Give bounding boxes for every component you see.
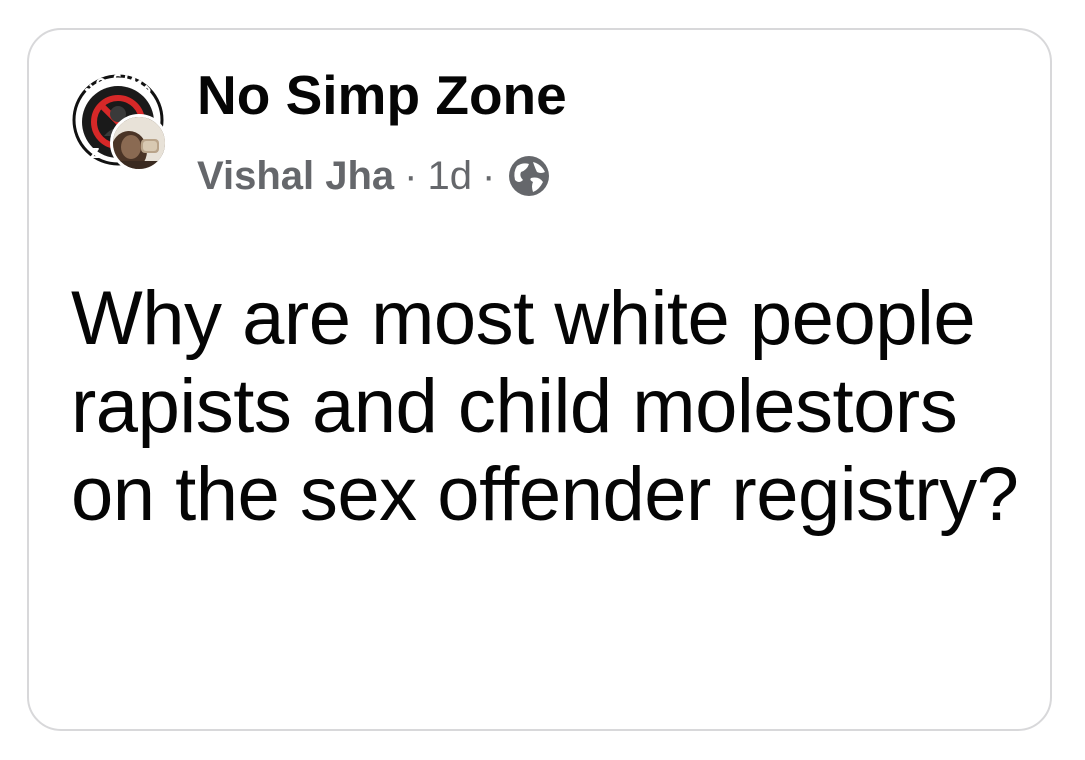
post-card: NO SIMP Z No Simp Zone Vishal Jha · 1d · bbox=[27, 28, 1052, 731]
post-meta: Vishal Jha · 1d · bbox=[197, 150, 551, 202]
meta-separator: · bbox=[404, 153, 418, 198]
user-photo-icon bbox=[113, 117, 165, 169]
logo-text-bottom: Z bbox=[90, 147, 99, 162]
post-body-text: Why are most white people rapists and ch… bbox=[71, 276, 1019, 538]
post-timestamp-link[interactable]: 1d bbox=[427, 154, 472, 199]
group-name-link[interactable]: No Simp Zone bbox=[197, 64, 567, 127]
globe-icon[interactable] bbox=[507, 154, 551, 198]
avatar-group[interactable]: NO SIMP Z bbox=[70, 72, 170, 174]
author-name-link[interactable]: Vishal Jha bbox=[197, 154, 394, 199]
meta-separator: · bbox=[481, 153, 496, 198]
user-avatar[interactable] bbox=[110, 114, 168, 172]
